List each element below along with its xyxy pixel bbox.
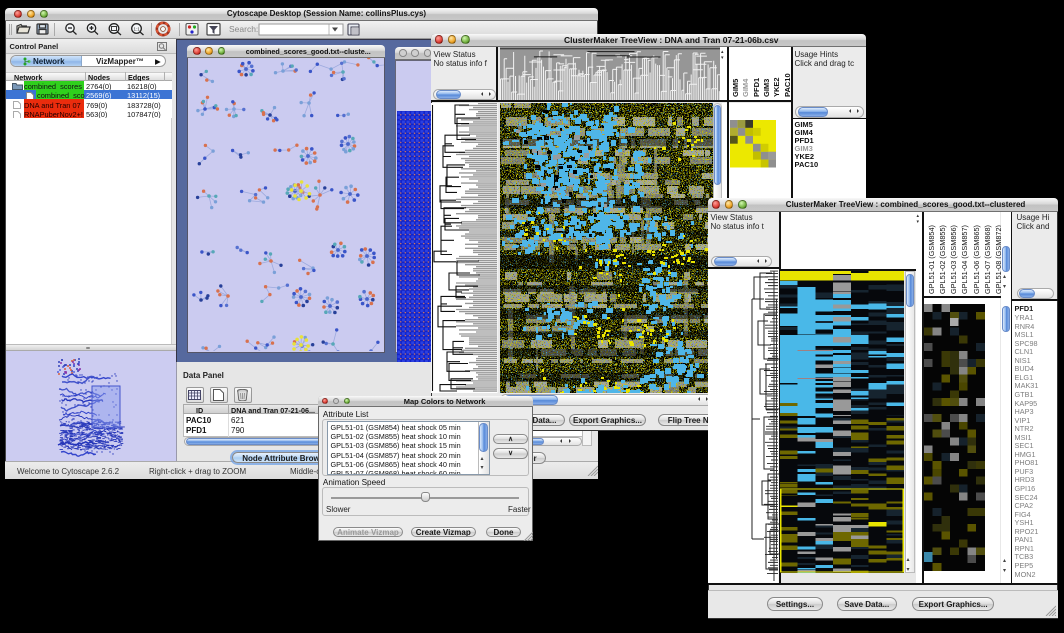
svg-text:1:1: 1:1 [134,27,141,32]
svg-text:Search:: Search: [229,24,258,34]
